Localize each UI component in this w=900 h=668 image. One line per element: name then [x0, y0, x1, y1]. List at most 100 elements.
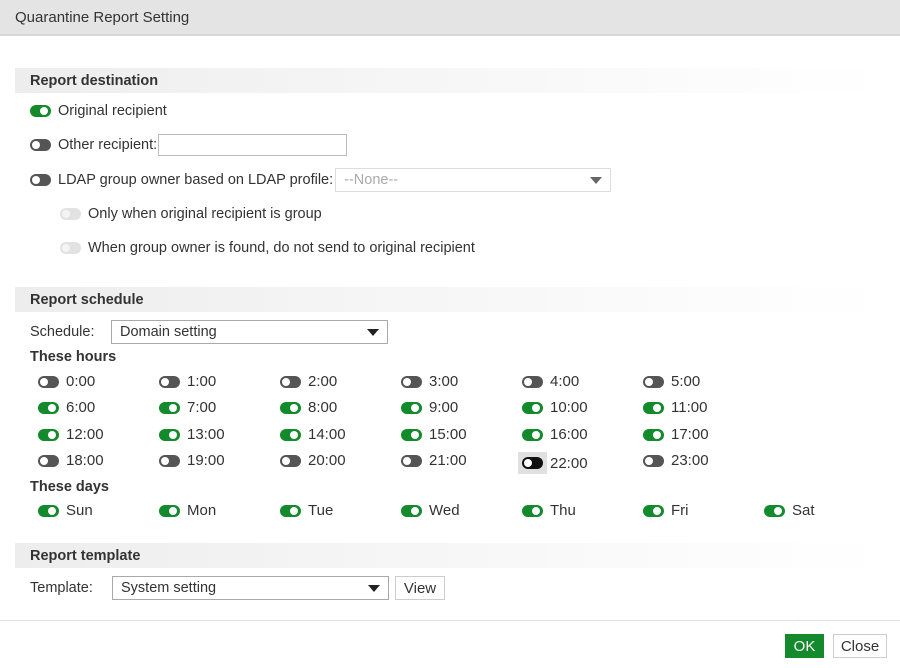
other-recipient-row: Other recipient: [30, 134, 348, 156]
hour-item: 17:00 [643, 426, 709, 443]
hour-label: 15:00 [429, 426, 467, 443]
hour-item: 2:00 [280, 373, 337, 390]
hour-label: 12:00 [66, 426, 104, 443]
day-toggle[interactable] [643, 504, 664, 517]
hour-toggle[interactable] [159, 401, 180, 414]
hour-label: 23:00 [671, 452, 709, 469]
hour-toggle[interactable] [643, 401, 664, 414]
day-toggle[interactable] [401, 504, 422, 517]
template-select[interactable]: System setting [112, 576, 389, 600]
do-not-send-original-row: When group owner is found, do not send t… [60, 240, 475, 256]
hour-toggle[interactable] [522, 401, 543, 414]
hour-toggle[interactable] [38, 401, 59, 414]
hour-label: 22:00 [550, 454, 588, 472]
chevron-down-icon [590, 177, 603, 184]
hour-toggle[interactable] [280, 454, 301, 467]
hour-item: 15:00 [401, 426, 467, 443]
only-when-group-toggle[interactable] [60, 208, 81, 220]
ldap-owner-label: LDAP group owner based on LDAP profile: [58, 172, 334, 188]
hour-label: 6:00 [66, 399, 96, 416]
other-recipient-toggle[interactable] [30, 139, 51, 151]
ldap-profile-select[interactable]: --None-- [335, 168, 612, 192]
hour-label: 14:00 [308, 426, 346, 443]
hour-toggle[interactable] [159, 454, 180, 467]
hour-label: 9:00 [429, 399, 459, 416]
other-recipient-label: Other recipient: [58, 137, 158, 153]
hour-item: 8:00 [280, 399, 337, 416]
dialog-title: Quarantine Report Setting [15, 8, 190, 26]
hour-item: 18:00 [38, 452, 104, 469]
hour-toggle[interactable] [401, 428, 422, 441]
only-when-group-row: Only when original recipient is group [60, 206, 322, 222]
hour-label: 7:00 [187, 399, 217, 416]
hour-toggle[interactable] [522, 457, 543, 469]
hour-toggle[interactable] [401, 375, 422, 388]
hour-item: 9:00 [401, 399, 458, 416]
hour-toggle[interactable] [38, 375, 59, 388]
hour-item: 22:00 [518, 452, 588, 474]
hours-heading: These hours [30, 349, 117, 365]
hour-toggle[interactable] [38, 428, 59, 441]
day-label: Sun [66, 502, 93, 519]
hour-toggle[interactable] [522, 375, 543, 388]
ok-button[interactable]: OK [785, 634, 824, 658]
hour-toggle[interactable] [643, 454, 664, 467]
hour-item: 6:00 [38, 399, 95, 416]
hour-label: 5:00 [671, 373, 701, 390]
day-label: Tue [308, 502, 334, 519]
hour-toggle[interactable] [522, 428, 543, 441]
chevron-down-icon [367, 329, 379, 336]
day-label: Wed [429, 502, 460, 519]
hour-toggle[interactable] [38, 454, 59, 467]
do-not-send-original-toggle[interactable] [60, 242, 81, 254]
section-title: Report schedule [30, 291, 144, 308]
hour-toggle[interactable] [159, 428, 180, 441]
hour-label: 3:00 [429, 373, 459, 390]
ldap-owner-toggle[interactable] [30, 174, 51, 186]
schedule-select[interactable]: Domain setting [111, 320, 388, 344]
day-toggle[interactable] [38, 504, 59, 517]
hour-item: 5:00 [643, 373, 700, 390]
schedule-value: Domain setting [120, 324, 217, 340]
original-recipient-row: Original recipient [30, 103, 167, 119]
close-button-label: Close [840, 637, 880, 655]
hour-toggle[interactable] [401, 401, 422, 414]
day-label: Mon [187, 502, 217, 519]
footer-divider [0, 620, 900, 621]
day-toggle[interactable] [522, 504, 543, 517]
hour-toggle[interactable] [280, 375, 301, 388]
hour-toggle[interactable] [280, 428, 301, 441]
hour-toggle[interactable] [401, 454, 422, 467]
view-template-button[interactable]: View [395, 576, 445, 600]
hour-item: 20:00 [280, 452, 346, 469]
hour-item: 4:00 [522, 373, 579, 390]
hour-item: 0:00 [38, 373, 95, 390]
hour-item: 16:00 [522, 426, 588, 443]
day-toggle[interactable] [764, 504, 785, 517]
hour-toggle[interactable] [643, 375, 664, 388]
day-toggle[interactable] [159, 504, 180, 517]
hour-label: 0:00 [66, 373, 96, 390]
hour-item: 13:00 [159, 426, 225, 443]
hour-label: 8:00 [308, 399, 338, 416]
close-button[interactable]: Close [833, 634, 887, 658]
hour-toggle[interactable] [643, 428, 664, 441]
original-recipient-toggle[interactable] [30, 105, 51, 117]
hour-item: 14:00 [280, 426, 346, 443]
day-toggle[interactable] [280, 504, 301, 517]
hour-item: 11:00 [643, 399, 707, 416]
template-label: Template: [30, 580, 93, 596]
hour-label: 19:00 [187, 452, 225, 469]
day-label: Fri [671, 502, 689, 519]
day-item: Wed [401, 502, 460, 519]
hour-toggle[interactable] [159, 375, 180, 388]
ldap-profile-value: --None-- [344, 172, 399, 188]
hour-item: 3:00 [401, 373, 458, 390]
day-item: Fri [643, 502, 689, 519]
other-recipient-input[interactable] [158, 134, 348, 156]
hour-toggle[interactable] [280, 401, 301, 414]
hour-label: 4:00 [550, 373, 580, 390]
only-when-group-label: Only when original recipient is group [88, 206, 322, 222]
schedule-label: Schedule: [30, 324, 95, 340]
hour-label: 10:00 [550, 399, 588, 416]
